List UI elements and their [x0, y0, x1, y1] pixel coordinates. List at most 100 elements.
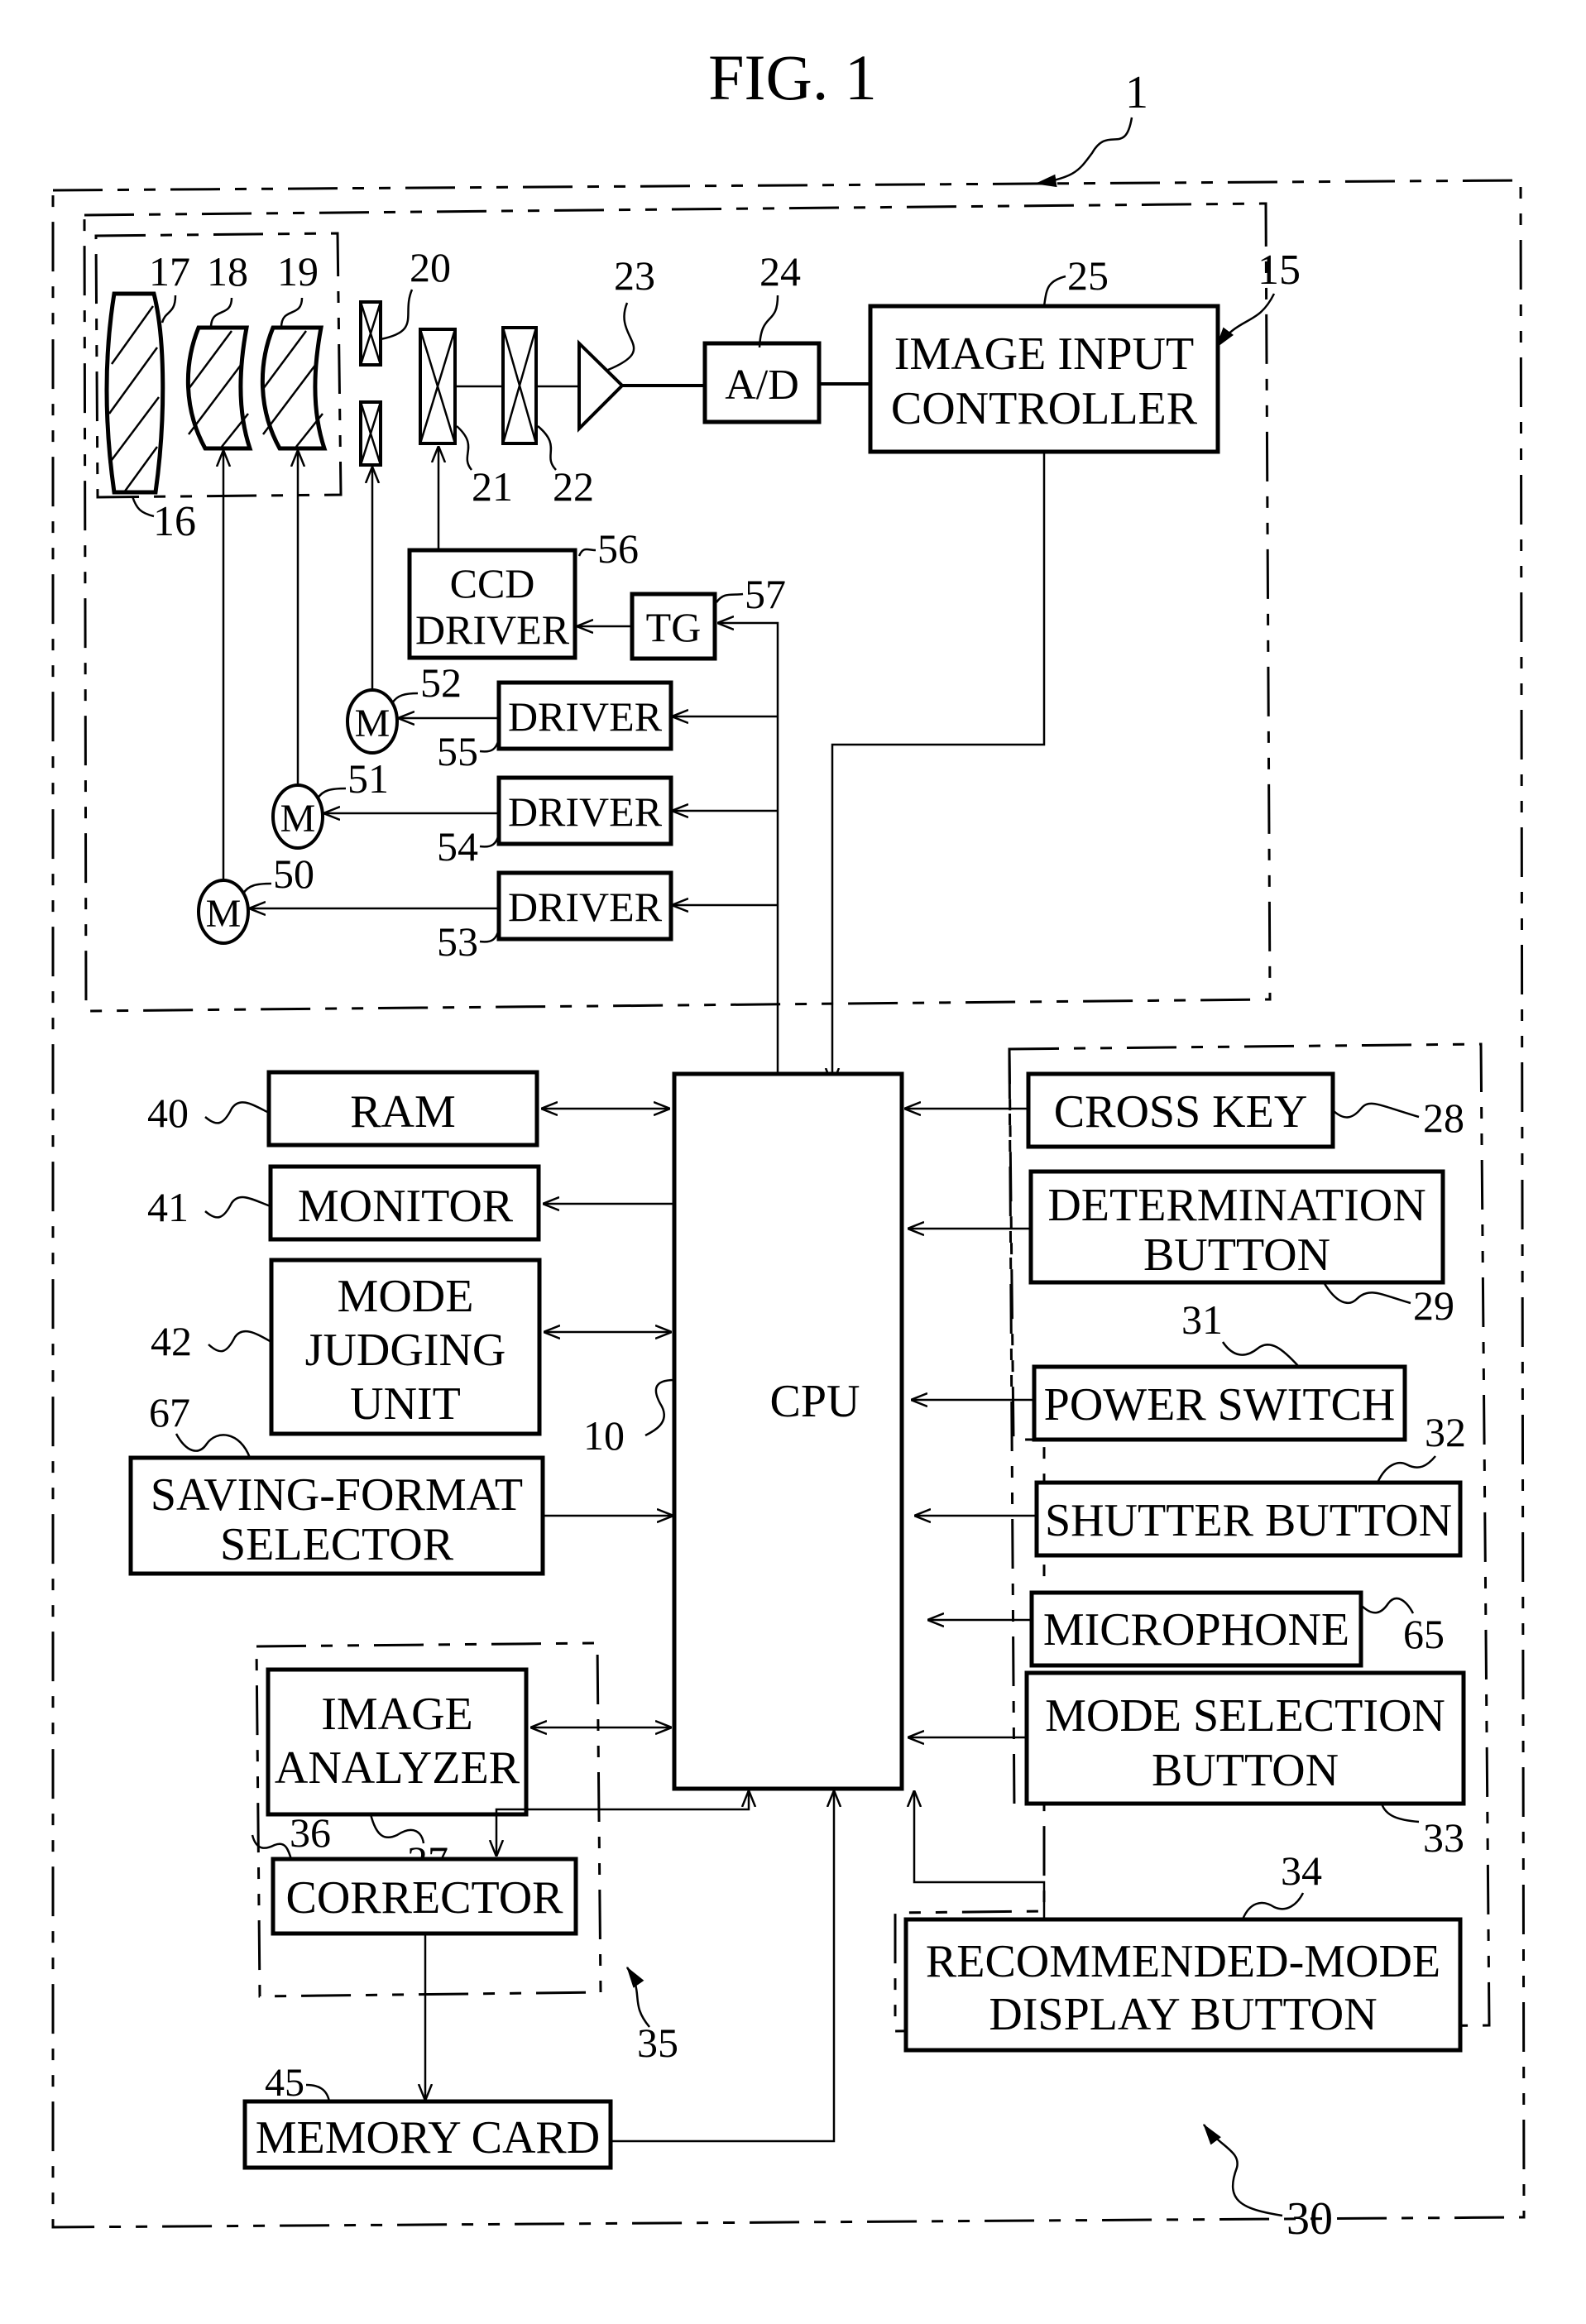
- leader-19: [280, 297, 304, 328]
- leader-24: [758, 295, 779, 348]
- ref-mode-selection: 33: [1423, 1814, 1464, 1861]
- determination-line2: BUTTON: [1143, 1229, 1330, 1281]
- monitor: MONITOR: [268, 1164, 541, 1242]
- leader-18: [209, 297, 233, 328]
- leader-34: [1241, 1892, 1305, 1920]
- ref-aperture: 20: [410, 244, 451, 290]
- figure-title: FIG. 1: [708, 41, 877, 113]
- ref-recommended-mode: 34: [1281, 1847, 1322, 1894]
- cross-key-label: CROSS KEY: [1054, 1086, 1308, 1138]
- shutter-label: SHUTTER BUTTON: [1045, 1495, 1452, 1546]
- iic-label-line2: CONTROLLER: [891, 383, 1198, 434]
- mode-selection-line1: MODE SELECTION: [1045, 1690, 1445, 1742]
- ref-microphone: 65: [1403, 1611, 1445, 1657]
- cross-key: CROSS KEY: [1026, 1071, 1335, 1149]
- leader-28: [1332, 1102, 1420, 1119]
- ref-tg: 57: [745, 571, 786, 617]
- ref-motor-50: 50: [273, 851, 314, 897]
- monitor-label: MONITOR: [298, 1181, 514, 1232]
- memory-card-label: MEMORY CARD: [256, 2112, 600, 2163]
- aperture-20: [359, 300, 382, 467]
- leader-25: [1042, 275, 1066, 307]
- ccd-driver-line2: DRIVER: [415, 606, 570, 653]
- leader-32: [1376, 1455, 1436, 1483]
- leader-67: [175, 1433, 252, 1459]
- leader-lens-group: [131, 496, 155, 518]
- lens-18: [185, 325, 253, 451]
- ref-imaging-section: 15: [1258, 247, 1301, 294]
- mju-line3: UNIT: [350, 1378, 461, 1430]
- ref-corrector: 36: [290, 1809, 331, 1856]
- ref-motor-52: 52: [420, 659, 462, 706]
- sfs-line1: SAVING-FORMAT: [151, 1469, 523, 1521]
- ccd-21: [419, 328, 457, 445]
- power-switch: POWER SWITCH: [1032, 1364, 1407, 1442]
- ref-ram: 40: [147, 1090, 189, 1136]
- sfs-line2: SELECTOR: [220, 1519, 454, 1570]
- recommended-line1: RECOMMENDED-MODE: [926, 1936, 1440, 1987]
- microphone: MICROPHONE: [1029, 1590, 1363, 1668]
- mju-line2: JUDGING: [305, 1325, 506, 1376]
- corrector-label: CORRECTOR: [285, 1872, 563, 1924]
- ref-lens-18: 18: [207, 248, 248, 295]
- filter-22: [501, 326, 538, 445]
- leader-31: [1221, 1341, 1300, 1368]
- leader-17: [161, 295, 177, 323]
- determination-button: DETERMINATION BUTTON: [1028, 1169, 1445, 1285]
- leader-56: [577, 548, 597, 557]
- driver-55-label: DRIVER: [508, 693, 663, 740]
- ref-amplifier: 23: [614, 252, 655, 299]
- block-diagram: FIG. 1 1 15 16 17 18 19 20 21 22 23 A/D …: [51, 41, 1526, 2245]
- ref-determination: 29: [1413, 1282, 1454, 1329]
- motor-52-label: M: [355, 702, 391, 745]
- ref-monitor: 41: [147, 1184, 189, 1230]
- ram: RAM: [266, 1070, 539, 1148]
- shutter-button: SHUTTER BUTTON: [1034, 1480, 1463, 1558]
- leader-23: [607, 302, 635, 371]
- ram-label: RAM: [350, 1086, 456, 1138]
- leader-29: [1322, 1282, 1411, 1305]
- ref-cross-key: 28: [1423, 1095, 1464, 1141]
- leader-55: [479, 738, 501, 753]
- iic-label-line1: IMAGE INPUT: [894, 328, 1194, 380]
- driver-53: DRIVER: [496, 870, 673, 942]
- ref-cpu: 10: [583, 1412, 625, 1459]
- leader-41: [204, 1196, 271, 1219]
- ccd-driver: CCD DRIVER: [407, 548, 577, 660]
- leader-50: [242, 882, 272, 894]
- image-input-controller: IMAGE INPUT CONTROLLER: [868, 304, 1220, 454]
- ref-driver-54: 54: [437, 823, 478, 870]
- ref-filter: 22: [553, 463, 594, 510]
- ref-lens-19: 19: [277, 248, 319, 295]
- wire-iic-cpu: [832, 452, 1046, 1084]
- driver-54-label: DRIVER: [508, 788, 663, 835]
- lens-17: [104, 291, 165, 495]
- ref-operation-section: 30: [1287, 2193, 1333, 2245]
- ref-image-processing: 35: [637, 2020, 678, 2066]
- recommended-line2: DISPLAY BUTTON: [989, 1989, 1377, 2040]
- mode-selection-button: MODE SELECTION BUTTON: [1024, 1670, 1466, 1806]
- leader-10: [644, 1378, 675, 1437]
- driver-55: DRIVER: [496, 680, 673, 751]
- ref-ccd-driver: 56: [597, 525, 639, 572]
- ref-motor-51: 51: [347, 755, 389, 802]
- leader-52: [391, 692, 419, 704]
- ref-mode-judging: 42: [151, 1318, 192, 1364]
- leader-45: [305, 2083, 331, 2102]
- microphone-label: MICROPHONE: [1043, 1604, 1349, 1656]
- driver-53-label: DRIVER: [508, 884, 663, 930]
- ref-power-switch: 31: [1181, 1296, 1223, 1343]
- motor-51: M: [271, 783, 324, 850]
- ref-lens-group: 16: [153, 498, 196, 545]
- memory-card: MEMORY CARD: [242, 2099, 613, 2170]
- leader-21: [456, 425, 473, 471]
- saving-format-selector: SAVING-FORMAT SELECTOR: [128, 1455, 545, 1576]
- timing-generator: TG: [630, 592, 717, 661]
- ad-converter: A/D: [702, 341, 822, 424]
- driver-54: DRIVER: [496, 775, 673, 846]
- amplifier-23: [577, 339, 625, 433]
- determination-line1: DETERMINATION: [1047, 1180, 1425, 1231]
- corrector: CORRECTOR: [271, 1857, 578, 1936]
- mode-selection-line2: BUTTON: [1152, 1745, 1339, 1796]
- lens-19: [260, 325, 328, 451]
